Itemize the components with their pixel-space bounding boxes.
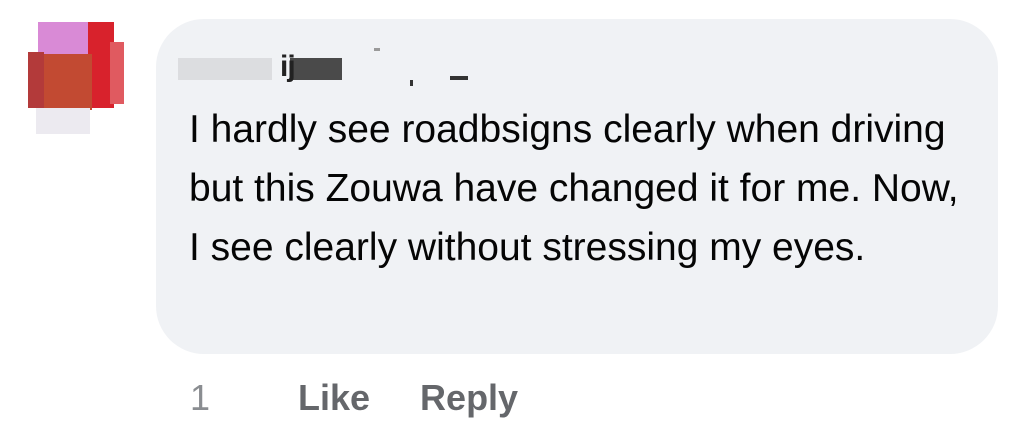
like-button[interactable]: Like <box>298 377 370 419</box>
author-name[interactable]: ij <box>280 52 296 82</box>
author-row[interactable]: ij <box>178 48 498 88</box>
commenter-avatar[interactable] <box>22 22 126 134</box>
comment-text: I hardly see roadbsigns clearly when dri… <box>189 108 959 269</box>
redacted-name-block <box>178 48 468 86</box>
avatar-image <box>28 22 124 134</box>
comment-actions: 1 Like Reply <box>190 374 568 422</box>
reply-button[interactable]: Reply <box>420 377 518 419</box>
comment-timestamp[interactable]: 1 <box>190 377 298 419</box>
